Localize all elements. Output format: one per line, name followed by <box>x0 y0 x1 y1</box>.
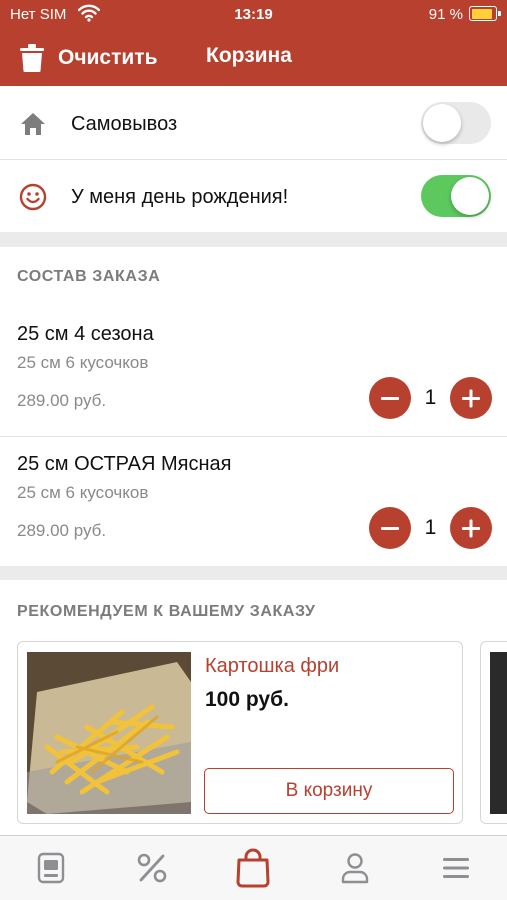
clear-cart-label: Очистить <box>58 46 158 69</box>
tab-bar <box>0 835 507 900</box>
trash-icon <box>20 44 44 72</box>
increase-quantity-button[interactable] <box>450 377 492 419</box>
nav-bar: Очистить Корзина <box>0 30 507 86</box>
add-to-cart-button[interactable]: В корзину <box>204 768 454 814</box>
shopping-bag-icon <box>236 848 270 888</box>
birthday-label: У меня день рождения! <box>71 186 289 208</box>
order-section: СОСТАВ ЗАКАЗА 25 см 4 сезона 25 см 6 кус… <box>0 247 507 566</box>
tab-profile[interactable] <box>337 850 373 886</box>
recommendations-section: РЕКОМЕНДУЕМ К ВАШЕМУ ЗАКАЗУ Картошка фри… <box>0 580 507 835</box>
item-quantity: 1 <box>424 386 437 409</box>
clear-cart-button[interactable]: Очистить <box>20 42 158 74</box>
item-variant: 25 см 6 кусочков <box>17 483 149 502</box>
battery-icon <box>469 6 501 21</box>
profile-icon <box>341 853 369 884</box>
decrease-quantity-button[interactable] <box>369 507 411 549</box>
item-quantity: 1 <box>424 516 437 539</box>
birthday-row: У меня день рождения! <box>0 159 507 232</box>
page-title: Корзина <box>206 44 292 67</box>
french-fries-photo <box>27 652 191 814</box>
increase-quantity-button[interactable] <box>450 507 492 549</box>
item-price: 289.00 руб. <box>17 391 107 410</box>
pickup-row: Самовывоз <box>0 86 507 159</box>
home-icon <box>21 113 45 135</box>
delivery-settings: Самовывоз У меня день рождения! <box>0 86 507 232</box>
smiley-icon <box>19 183 47 211</box>
pickup-label: Самовывоз <box>71 113 178 135</box>
recommendation-price: 100 руб. <box>205 688 289 711</box>
cart-item: 25 см ОСТРАЯ Мясная 25 см 6 кусочков 289… <box>0 453 507 583</box>
recommendation-photo <box>490 652 507 814</box>
tab-more[interactable] <box>438 850 474 886</box>
birthday-toggle[interactable] <box>421 175 491 217</box>
tab-menu[interactable] <box>33 850 69 886</box>
order-header: СОСТАВ ЗАКАЗА <box>17 268 161 285</box>
recommendations-header: РЕКОМЕНДУЕМ К ВАШЕМУ ЗАКАЗУ <box>17 603 316 620</box>
recommendation-card[interactable] <box>480 641 507 824</box>
recommendation-name: Картошка фри <box>205 655 340 677</box>
item-price: 289.00 руб. <box>17 521 107 540</box>
item-variant: 25 см 6 кусочков <box>17 353 149 372</box>
tab-promotions[interactable] <box>134 850 170 886</box>
recommendation-card[interactable]: Картошка фри 100 руб. В корзину <box>17 641 463 824</box>
divider <box>0 436 507 437</box>
hamburger-menu-icon <box>443 858 469 878</box>
item-name: 25 см ОСТРАЯ Мясная <box>17 453 232 475</box>
cart-item: 25 см 4 сезона 25 см 6 кусочков 289.00 р… <box>0 323 507 453</box>
pickup-toggle[interactable] <box>421 102 491 144</box>
tab-cart[interactable] <box>235 848 271 888</box>
decrease-quantity-button[interactable] <box>369 377 411 419</box>
item-name: 25 см 4 сезона <box>17 323 154 345</box>
percent-icon <box>137 853 167 883</box>
battery-percent: 91 % <box>428 6 463 23</box>
menu-card-icon <box>37 852 65 884</box>
status-bar: Нет SIM 13:19 91 % <box>0 0 507 30</box>
